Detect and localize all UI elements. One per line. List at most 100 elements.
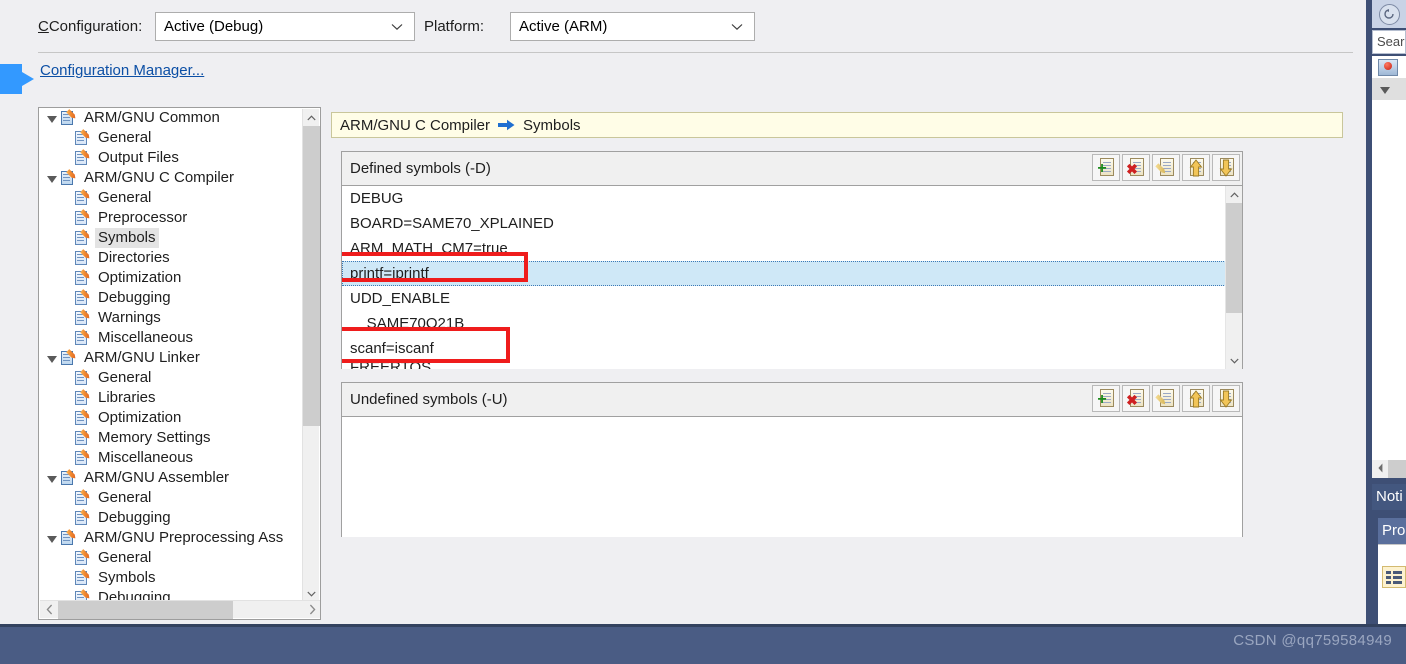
platform-select[interactable]: Active (ARM) (510, 12, 755, 41)
tree-hscroll-thumb[interactable] (58, 600, 233, 619)
defined-list-scrollbar[interactable] (1225, 186, 1242, 369)
expander-open-icon[interactable] (45, 348, 59, 368)
scroll-left-icon[interactable] (1372, 463, 1388, 476)
expander-open-icon[interactable] (45, 528, 59, 548)
tree-item-warnings[interactable]: Warnings (39, 308, 303, 328)
tree-item-arm-gnu-preprocessing-ass[interactable]: ARM/GNU Preprocessing Ass (39, 528, 303, 548)
expander-open-icon[interactable] (45, 468, 59, 488)
configuration-select[interactable]: Active (Debug) (155, 12, 415, 41)
defined-symbols-list[interactable]: DEBUG BOARD=SAME70_XPLAINED ARM_MATH_CM7=t… (342, 186, 1242, 369)
tree-item-label: ARM/GNU Common (84, 109, 220, 126)
solution-icon (1378, 58, 1398, 76)
right-dock-sidebar: Sear Noti Prop (1366, 0, 1406, 625)
tree-item-libraries[interactable]: Libraries (39, 388, 303, 408)
expander-open-icon[interactable] (45, 168, 59, 188)
tree-item-label: Output Files (98, 149, 179, 166)
tree-item-miscellaneous[interactable]: Miscellaneous (39, 328, 303, 348)
configuration-manager-link[interactable]: Configuration Manager... (40, 62, 204, 79)
edit-symbol-button[interactable] (1152, 154, 1180, 181)
tree-item-memory-settings[interactable]: Memory Settings (39, 428, 303, 448)
back-arrow-icon[interactable] (1378, 3, 1400, 25)
chevron-down-icon (384, 23, 414, 31)
tree-item-output-files[interactable]: Output Files (39, 148, 303, 168)
platform-label-text: Platform: (424, 18, 485, 35)
symbol-row[interactable]: DEBUG (342, 186, 1242, 211)
tree-vertical-scrollbar[interactable] (302, 109, 320, 602)
settings-page-icon (73, 190, 93, 206)
categorized-view-button[interactable] (1382, 566, 1406, 588)
scroll-right-icon[interactable] (303, 601, 320, 619)
properties-tab[interactable]: Prop (1378, 518, 1406, 544)
tree-horizontal-scrollbar[interactable] (40, 600, 320, 619)
arrow-right-icon (498, 119, 515, 131)
tree-item-debugging[interactable]: Debugging (39, 508, 303, 528)
search-input[interactable]: Sear (1372, 30, 1406, 54)
settings-page-icon (73, 270, 93, 286)
tree-item-arm-gnu-assembler[interactable]: ARM/GNU Assembler (39, 468, 303, 488)
move-down-button[interactable] (1212, 154, 1240, 181)
tree-item-symbols[interactable]: Symbols (39, 568, 303, 588)
tree-scrollbar-thumb[interactable] (303, 126, 320, 426)
tree-item-label: General (98, 549, 152, 566)
tree-item-directories[interactable]: Directories (39, 248, 303, 268)
add-symbol-button[interactable]: + (1092, 385, 1120, 412)
scroll-down-icon[interactable] (1226, 352, 1242, 369)
move-up-button[interactable] (1182, 154, 1210, 181)
tree-item-preprocessor[interactable]: Preprocessor (39, 208, 303, 228)
undefined-symbols-header: Undefined symbols (-U) + ✖ (342, 383, 1242, 417)
tree-item-label: ARM/GNU Preprocessing Ass (84, 529, 284, 546)
edit-symbol-button[interactable] (1152, 385, 1180, 412)
settings-page-icon (59, 530, 79, 546)
tree-item-arm-gnu-linker[interactable]: ARM/GNU Linker (39, 348, 303, 368)
solution-root-node[interactable] (1372, 56, 1406, 78)
chevron-down-icon[interactable] (1380, 86, 1390, 94)
settings-page-icon (73, 510, 93, 526)
scroll-left-icon[interactable] (40, 601, 58, 619)
platform-label: Platform: (424, 18, 484, 35)
expander-open-icon[interactable] (45, 108, 59, 128)
tree-item-general[interactable]: General (39, 128, 303, 148)
add-symbol-button[interactable]: + (1092, 154, 1120, 181)
defined-symbols-group: Defined symbols (-D) + ✖ DEBUG BOARD=SAME7… (341, 151, 1243, 369)
delete-symbol-button[interactable]: ✖ (1122, 385, 1150, 412)
settings-page-icon (73, 290, 93, 306)
explorer-horizontal-scrollbar[interactable] (1372, 460, 1406, 478)
settings-page-icon (59, 470, 79, 486)
chevron-down-icon (724, 23, 754, 31)
tree-item-optimization[interactable]: Optimization (39, 268, 303, 288)
solution-child-node[interactable] (1372, 78, 1406, 100)
tree-item-optimization[interactable]: Optimization (39, 408, 303, 428)
tree-item-debugging[interactable]: Debugging (39, 288, 303, 308)
breadcrumb: ARM/GNU C Compiler Symbols (331, 112, 1343, 138)
tree-item-general[interactable]: General (39, 548, 303, 568)
scroll-up-icon[interactable] (303, 109, 320, 126)
defined-symbols-header: Defined symbols (-D) + ✖ (342, 152, 1242, 186)
tree-item-general[interactable]: General (39, 488, 303, 508)
tree-item-general[interactable]: General (39, 188, 303, 208)
solution-explorer-body (1372, 100, 1406, 460)
delete-symbol-button[interactable]: ✖ (1122, 154, 1150, 181)
undefined-symbols-list[interactable] (342, 417, 1242, 537)
defined-list-scrollbar-thumb[interactable] (1226, 203, 1242, 313)
tree-hscroll-track[interactable] (58, 600, 303, 619)
tree-item-miscellaneous[interactable]: Miscellaneous (39, 448, 303, 468)
settings-page-icon (73, 130, 93, 146)
notifications-tab[interactable]: Noti (1372, 484, 1406, 510)
undefined-symbols-title: Undefined symbols (-U) (350, 391, 508, 408)
settings-page-icon (73, 390, 93, 406)
grid-icon (1386, 570, 1402, 584)
tree-item-arm-gnu-c-compiler[interactable]: ARM/GNU C Compiler (39, 168, 303, 188)
tree-item-symbols[interactable]: Symbols (39, 228, 303, 248)
explorer-hscroll-thumb[interactable] (1388, 460, 1406, 478)
symbol-row[interactable]: UDD_ENABLE (342, 286, 1242, 311)
symbol-row[interactable]: BOARD=SAME70_XPLAINED (342, 211, 1242, 236)
settings-page-icon (73, 490, 93, 506)
move-down-button[interactable] (1212, 385, 1240, 412)
tree-item-arm-gnu-common[interactable]: ARM/GNU Common (39, 108, 303, 128)
move-up-button[interactable] (1182, 385, 1210, 412)
settings-tree[interactable]: ARM/GNU Common General Output Files ARM/GNU… (38, 107, 321, 620)
scroll-up-icon[interactable] (1226, 186, 1242, 203)
settings-page-icon (59, 350, 79, 366)
settings-page-icon (73, 370, 93, 386)
tree-item-general[interactable]: General (39, 368, 303, 388)
